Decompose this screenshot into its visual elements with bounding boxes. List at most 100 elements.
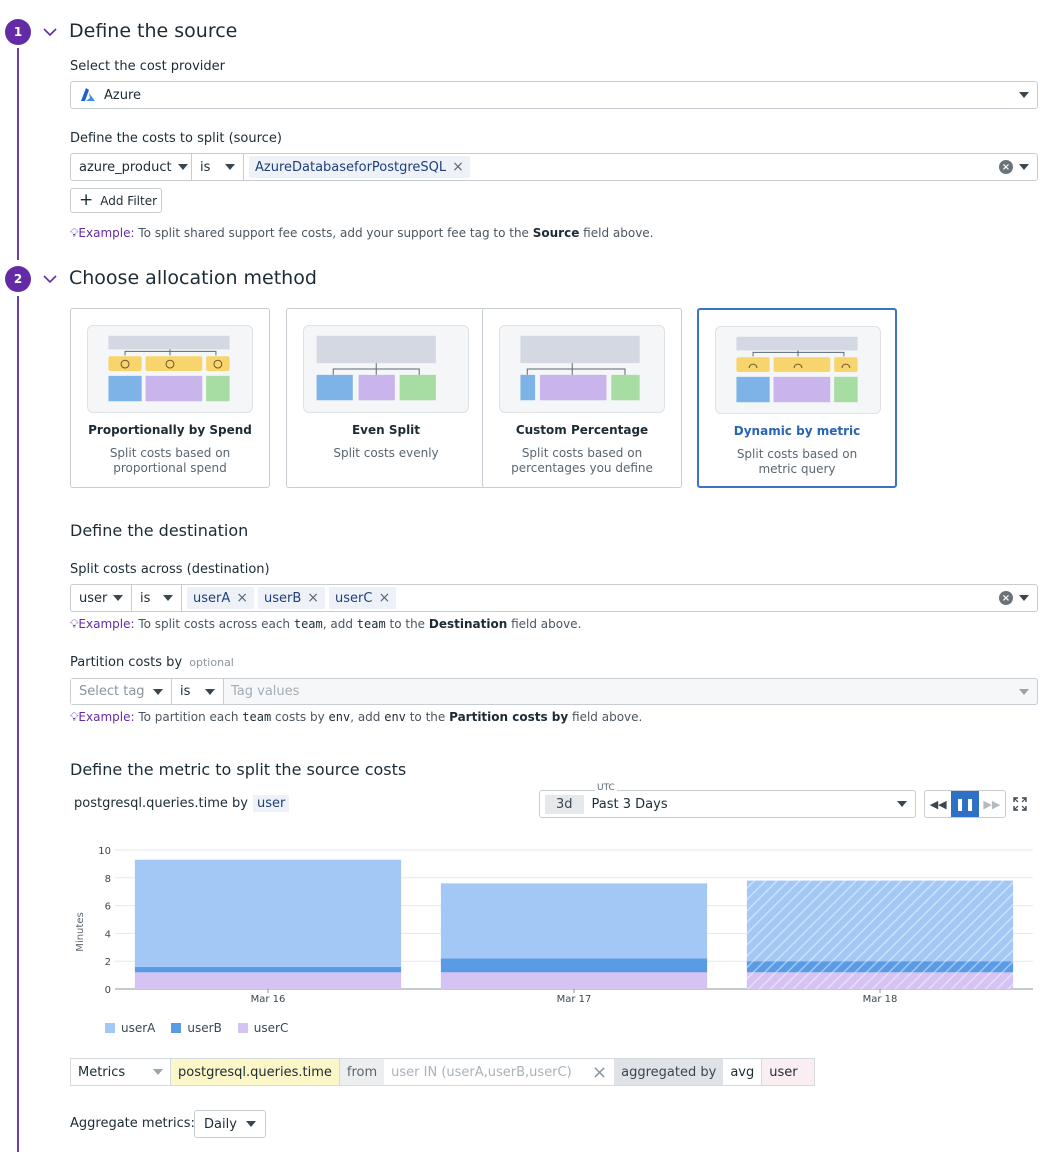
add-filter-button[interactable]: + Add Filter xyxy=(70,188,162,213)
hint-text: to the xyxy=(385,617,429,631)
partition-values-placeholder[interactable]: Tag values xyxy=(231,684,299,699)
hint-bold: Source xyxy=(532,226,580,240)
destination-key-select[interactable]: user xyxy=(71,585,132,611)
aggregate-value: Daily xyxy=(204,1116,237,1132)
filter-op-select[interactable]: is xyxy=(192,154,244,180)
query-group-input[interactable]: user xyxy=(762,1059,815,1085)
destination-tag-label: userB xyxy=(263,590,302,606)
custom-percentage-illustration xyxy=(499,325,665,413)
query-bar: Metrics postgresql.queries.time from use… xyxy=(70,1058,816,1086)
method-desc: Split costs based on metric query xyxy=(736,447,858,476)
bar-partial-overlay xyxy=(746,880,1014,962)
close-icon[interactable]: × xyxy=(236,590,248,606)
bar-userB xyxy=(440,958,708,973)
partition-filter[interactable]: Select tag is Tag values xyxy=(70,678,1038,705)
partition-hint: 💡︎Example: To partition each team costs … xyxy=(70,710,642,725)
method-card-custom[interactable]: Custom Percentage Split costs based on p… xyxy=(482,308,682,488)
legend-label: userA xyxy=(121,1021,156,1035)
close-icon[interactable]: × xyxy=(592,1062,607,1083)
filter-key-select[interactable]: azure_product xyxy=(71,154,192,180)
chevron-down-icon xyxy=(897,801,907,807)
partition-tag-select[interactable]: Select tag xyxy=(71,679,172,704)
query-filter-input[interactable]: user IN (userA,userB,userC) × xyxy=(384,1059,615,1085)
method-card-proportional[interactable]: Proportionally by Spend Split costs base… xyxy=(70,308,270,488)
rewind-icon[interactable]: ◀◀ xyxy=(925,791,951,817)
destination-tag[interactable]: userB × xyxy=(257,587,325,609)
x-tick-label: Mar 17 xyxy=(557,994,592,1005)
chevron-down-icon[interactable] xyxy=(42,24,58,40)
destination-op-select[interactable]: is xyxy=(132,585,182,611)
source-hint: 💡︎Example: To split shared support fee c… xyxy=(70,226,654,241)
time-range-short: 3d xyxy=(545,794,584,814)
metric-chart: 0 2 4 6 8 10 Mar 16 Mar 17 Mar 18 Minutes xyxy=(75,846,1033,1005)
close-icon[interactable]: × xyxy=(378,590,390,606)
add-filter-label: Add Filter xyxy=(100,193,158,208)
partition-op-select[interactable]: is xyxy=(172,679,224,704)
legend-item[interactable]: userC xyxy=(237,1021,288,1035)
hint-text: To partition each xyxy=(134,710,243,724)
pause-icon[interactable]: ❚❚ xyxy=(951,791,979,817)
source-filter[interactable]: azure_product is AzureDatabaseforPostgre… xyxy=(70,153,1038,181)
hint-bold: Destination xyxy=(428,617,508,631)
bar-partial-overlay xyxy=(746,961,1014,973)
query-metric-input[interactable]: postgresql.queries.time xyxy=(171,1059,340,1085)
fullscreen-icon[interactable] xyxy=(1013,797,1027,811)
even-split-illustration xyxy=(303,325,469,413)
chevron-down-icon xyxy=(205,688,215,695)
hint-code: env xyxy=(328,710,351,724)
partition-op-value: is xyxy=(180,684,191,699)
aggregate-select[interactable]: Daily xyxy=(194,1110,266,1138)
query-aggregated-label: aggregated by xyxy=(614,1059,724,1085)
query-title-group: user xyxy=(252,795,290,812)
legend-item[interactable]: userB xyxy=(171,1021,222,1035)
hint-code: team xyxy=(242,710,272,724)
fast-forward-icon[interactable]: ▶▶ xyxy=(979,791,1005,817)
chevron-down-icon[interactable] xyxy=(42,271,58,287)
step-number-2: 2 xyxy=(5,266,31,292)
plus-icon: + xyxy=(79,190,94,210)
hint-text: , add xyxy=(322,617,357,631)
hint-text: field above. xyxy=(568,710,643,724)
filter-value-tag[interactable]: AzureDatabaseforPostgreSQL × xyxy=(249,156,470,178)
legend-swatch xyxy=(171,1023,182,1033)
close-icon[interactable]: × xyxy=(452,159,464,175)
partition-label: Partition costs by optional xyxy=(70,655,234,670)
method-desc: Split costs evenly xyxy=(333,446,439,460)
method-desc: Split costs based on proportional spend xyxy=(109,446,231,475)
provider-select[interactable]: Azure xyxy=(70,81,1038,109)
chevron-down-icon xyxy=(246,1121,256,1127)
chevron-down-icon xyxy=(153,1069,163,1075)
close-icon[interactable]: × xyxy=(307,590,319,606)
partition-label-text: Partition costs by xyxy=(70,655,183,670)
destination-tag-label: userC xyxy=(335,590,373,606)
bar-userA xyxy=(440,883,708,959)
destination-tag[interactable]: userC × xyxy=(329,587,397,609)
optional-tag: optional xyxy=(189,656,234,669)
chevron-down-icon[interactable] xyxy=(1019,164,1029,170)
destination-filter[interactable]: user is userA × userB × userC × × xyxy=(70,584,1038,612)
y-tick-label: 0 xyxy=(105,985,111,996)
partition-tag-placeholder: Select tag xyxy=(79,684,145,699)
time-range-select[interactable]: 3d Past 3 Days xyxy=(539,790,916,818)
filter-key-value: azure_product xyxy=(79,159,172,175)
chevron-down-icon[interactable] xyxy=(1019,595,1029,601)
query-from-label: from xyxy=(339,1059,385,1085)
method-card-even[interactable]: Even Split Split costs evenly xyxy=(286,308,486,488)
query-agg-select[interactable]: avg xyxy=(723,1059,763,1085)
method-title: Even Split xyxy=(351,423,421,437)
hint-suffix: field above. xyxy=(579,226,654,240)
destination-tag[interactable]: userA × xyxy=(187,587,254,609)
query-source-select[interactable]: Metrics xyxy=(71,1059,171,1085)
proportional-illustration xyxy=(87,325,253,413)
section-title-source: Define the source xyxy=(69,20,238,42)
bar-userA xyxy=(134,859,402,967)
method-title: Proportionally by Spend xyxy=(88,423,252,437)
method-card-dynamic[interactable]: Dynamic by metric Split costs based on m… xyxy=(697,308,897,488)
legend-item[interactable]: userA xyxy=(105,1021,155,1035)
destination-label: Split costs across (destination) xyxy=(70,562,270,577)
clear-icon[interactable]: × xyxy=(999,160,1013,174)
bar-partial-overlay xyxy=(746,972,1014,989)
hint-bold: Partition costs by xyxy=(449,710,569,724)
clear-icon[interactable]: × xyxy=(999,591,1013,605)
y-tick-label: 2 xyxy=(105,957,111,968)
